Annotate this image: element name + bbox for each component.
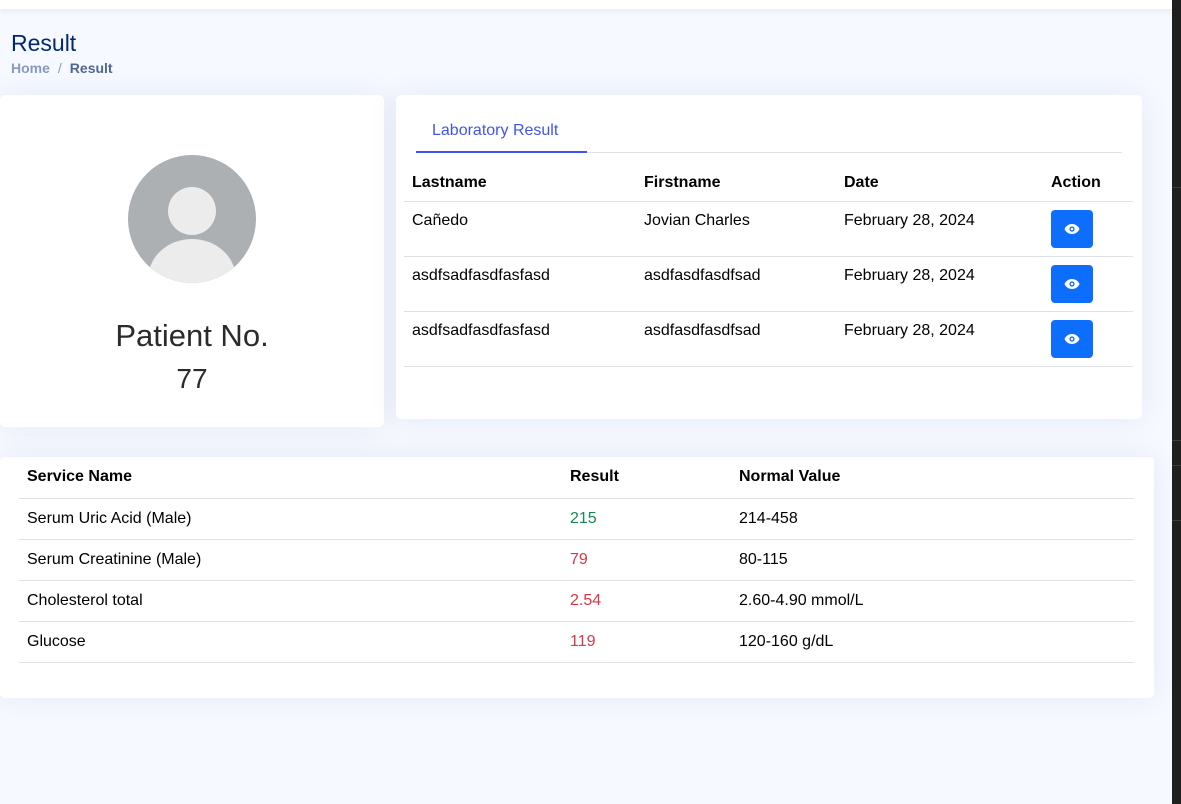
cell-service-name: Glucose	[19, 621, 562, 663]
cell-action	[1043, 256, 1133, 312]
column-header-lastname: Lastname	[404, 165, 636, 202]
tab-bar: Laboratory Result	[416, 115, 1122, 153]
cell-date: February 28, 2024	[836, 256, 1043, 312]
view-result-button[interactable]	[1051, 209, 1093, 248]
cell-normal-value: 2.60-4.90 mmol/L	[731, 580, 1134, 622]
cell-result: 79	[562, 539, 731, 581]
column-header-date: Date	[836, 165, 1043, 202]
table-row: asdfsadfasdfasfasd asdfasdfasdfsad Februar…	[404, 256, 1133, 312]
side-editor-panel	[1172, 0, 1181, 804]
laboratory-result-card: Laboratory Result Lastname Firstname Dat…	[396, 95, 1142, 419]
cell-result: 2.54	[562, 580, 731, 622]
patient-number: 77	[176, 363, 208, 394]
column-header-normal-value: Normal Value	[731, 457, 1134, 499]
patient-label: Patient No.	[115, 318, 269, 353]
eye-icon	[1064, 333, 1080, 344]
table-row: Glucose 119 120-160 g/dL	[19, 621, 1134, 663]
service-results-table: Service Name Result Normal Value Serum U…	[19, 457, 1134, 663]
table-row: Cholesterol total 2.54 2.60-4.90 mmol/L	[19, 580, 1134, 622]
eye-icon	[1064, 223, 1080, 234]
cell-date: February 28, 2024	[836, 201, 1043, 257]
service-results-card: Service Name Result Normal Value Serum U…	[0, 457, 1154, 698]
column-header-firstname: Firstname	[636, 165, 836, 202]
column-header-result: Result	[562, 457, 731, 499]
cell-firstname: Jovian Charles	[636, 201, 836, 257]
table-row: Cañedo Jovian Charles February 28, 2024	[404, 201, 1133, 257]
cell-date: February 28, 2024	[836, 311, 1043, 367]
patient-profile-card: Patient No. 77	[0, 95, 384, 427]
laboratory-result-table: Lastname Firstname Date Action Cañedo Jov…	[404, 165, 1133, 367]
cell-normal-value: 120-160 g/dL	[731, 621, 1134, 663]
table-row: asdfsadfasdfasfasd asdfasdfasdfsad Februar…	[404, 311, 1133, 367]
cell-service-name: Cholesterol total	[19, 580, 562, 622]
avatar-placeholder-icon	[128, 155, 256, 283]
cell-firstname: asdfasdfasdfsad	[636, 311, 836, 367]
view-result-button[interactable]	[1051, 319, 1093, 358]
table-row: Serum Uric Acid (Male) 215 214-458	[19, 498, 1134, 540]
cell-action	[1043, 201, 1133, 257]
cell-normal-value: 214-458	[731, 498, 1134, 540]
cell-normal-value: 80-115	[731, 539, 1134, 581]
breadcrumb: Home / Result	[11, 60, 113, 76]
cell-lastname: Cañedo	[404, 201, 636, 257]
cell-result: 215	[562, 498, 731, 540]
top-header-bar	[0, 0, 1172, 9]
cell-lastname: asdfsadfasdfasfasd	[404, 311, 636, 367]
cell-action	[1043, 311, 1133, 367]
breadcrumb-current: Result	[69, 60, 113, 76]
page-title: Result	[11, 30, 77, 56]
tab-laboratory-result[interactable]: Laboratory Result	[416, 115, 587, 153]
cell-firstname: asdfasdfasdfsad	[636, 256, 836, 312]
column-header-action: Action	[1043, 165, 1133, 202]
cell-lastname: asdfsadfasdfasfasd	[404, 256, 636, 312]
cell-service-name: Serum Creatinine (Male)	[19, 539, 562, 581]
eye-icon	[1064, 278, 1080, 289]
cell-result: 119	[562, 621, 731, 663]
breadcrumb-separator: /	[57, 60, 62, 76]
column-header-service-name: Service Name	[19, 457, 562, 499]
table-row: Serum Creatinine (Male) 79 80-115	[19, 539, 1134, 581]
breadcrumb-home-link[interactable]: Home	[11, 60, 50, 76]
view-result-button[interactable]	[1051, 264, 1093, 303]
cell-service-name: Serum Uric Acid (Male)	[19, 498, 562, 540]
